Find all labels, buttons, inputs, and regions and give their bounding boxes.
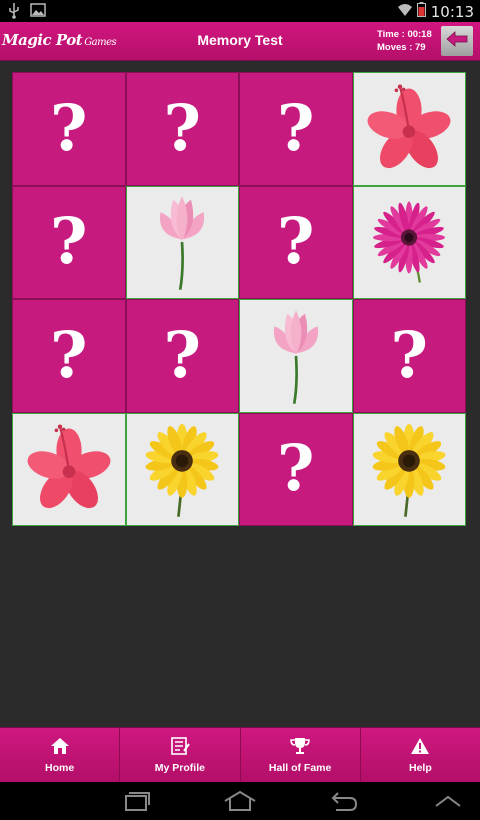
question-mark-icon: ? (277, 204, 315, 280)
memory-card-hidden[interactable]: ? (12, 72, 126, 186)
memory-card-hidden[interactable]: ? (239, 412, 353, 526)
home-icon (50, 737, 70, 758)
system-nav-bar (0, 782, 480, 820)
hibiscus-image (367, 84, 451, 168)
question-mark-icon: ? (163, 90, 202, 166)
wifi-icon (397, 3, 412, 22)
question-mark-icon: ? (277, 431, 315, 507)
trophy-icon (290, 737, 310, 758)
memory-card-hidden[interactable]: ? (12, 299, 126, 413)
hibiscus-image (27, 424, 111, 509)
lotus-image (273, 309, 318, 404)
home-icon[interactable] (222, 790, 258, 817)
memory-card-daisy[interactable] (352, 185, 466, 299)
memory-card-hibiscus[interactable] (352, 72, 466, 186)
memory-card-lotus[interactable] (239, 299, 353, 413)
lotus-image (160, 196, 205, 291)
nav-home[interactable]: Home (0, 728, 121, 782)
memory-card-hidden[interactable]: ? (125, 299, 239, 413)
back-button[interactable] (441, 26, 473, 56)
game-stats: Time : 00:18 Moves : 79 (377, 28, 432, 54)
sunflower-image (372, 424, 446, 518)
question-mark-icon: ? (390, 317, 429, 393)
memory-card-lotus[interactable] (125, 185, 239, 299)
status-bar: 10:13 (0, 0, 480, 22)
daisy-image (373, 201, 446, 283)
nav-help[interactable]: Help (361, 728, 480, 782)
bottom-nav: Home My Profile Hall of Fame Help (0, 727, 480, 782)
memory-card-hidden[interactable]: ? (239, 185, 353, 299)
image-icon (30, 3, 46, 24)
question-mark-icon: ? (50, 90, 88, 166)
nav-hall-of-fame[interactable]: Hall of Fame (241, 728, 361, 782)
app-header: Magic Pot Games Memory Test Time : 00:18 … (0, 22, 480, 61)
memory-card-hibiscus[interactable] (12, 412, 126, 526)
nav-home-label: Home (45, 761, 75, 774)
question-mark-icon: ? (163, 317, 202, 393)
timer-text: Time : 00:18 (377, 29, 432, 40)
nav-hall-of-fame-label: Hall of Fame (268, 761, 332, 774)
question-mark-icon: ? (50, 317, 88, 393)
nav-help-label: Help (408, 761, 432, 774)
back-arrow-icon (446, 30, 468, 52)
memory-card-hidden[interactable]: ? (12, 185, 126, 299)
sunflower-image (145, 424, 219, 518)
warning-icon (410, 737, 430, 758)
recent-apps-icon[interactable] (120, 790, 152, 817)
question-mark-icon: ? (50, 204, 88, 280)
collapse-icon[interactable] (432, 790, 464, 817)
nav-my-profile-label: My Profile (154, 761, 205, 774)
memory-card-hidden[interactable]: ? (125, 72, 239, 186)
memory-card-sunflower[interactable] (125, 412, 239, 526)
memory-card-hidden[interactable]: ? (239, 72, 353, 186)
profile-icon (170, 736, 190, 758)
battery-icon (416, 2, 426, 22)
usb-icon (8, 3, 20, 24)
clock: 10:13 (430, 3, 474, 21)
nav-my-profile[interactable]: My Profile (120, 728, 241, 782)
moves-text: Moves : 79 (377, 42, 426, 53)
question-mark-icon: ? (277, 90, 315, 166)
memory-board: ??? ? ? ?? ? ? (12, 72, 466, 526)
memory-card-hidden[interactable]: ? (352, 299, 466, 413)
back-icon[interactable] (328, 790, 360, 817)
memory-card-sunflower[interactable] (352, 412, 466, 526)
